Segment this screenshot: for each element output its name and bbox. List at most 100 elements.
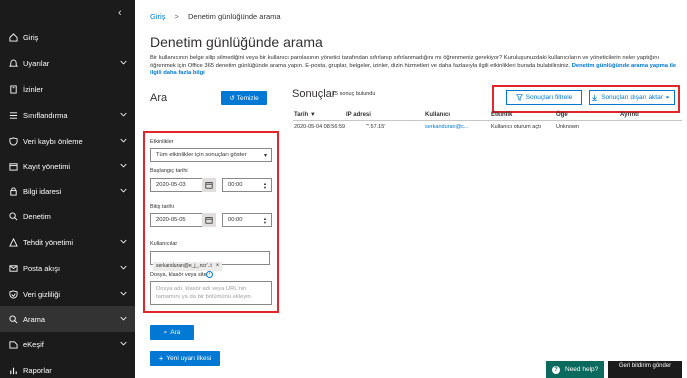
- records-icon: [8, 162, 18, 171]
- end-calendar-button[interactable]: [202, 213, 216, 227]
- sidebar-item-label: Giriş: [23, 32, 39, 42]
- remove-user-icon[interactable]: ×: [216, 263, 220, 269]
- activities-dropdown[interactable]: Tüm etkinlikler için sonuçları göster ▾: [150, 148, 272, 162]
- ediscovery-icon: [8, 340, 18, 349]
- sidebar-item[interactable]: İzinler: [0, 76, 135, 102]
- sidebar-item-label: Sınıflandırma: [23, 110, 68, 120]
- sidebar-item[interactable]: Bilgi idaresi: [0, 178, 135, 204]
- clear-icon: ↺: [229, 95, 235, 102]
- cell-ip: "'.57.15': [366, 124, 386, 130]
- column-ip[interactable]: IP adresi: [346, 112, 371, 118]
- need-help-label: Need help?: [565, 366, 599, 373]
- user-chip-label: serkanduran@e_j_.ncr'..t: [156, 263, 212, 269]
- users-label: Kullanıcılar: [150, 241, 178, 247]
- spin-icon: ▲ ▼: [263, 181, 267, 190]
- permissions-icon: [8, 84, 18, 94]
- sidebar: ‹ Giriş Uyarılar İzinler Sınıflandırma Veri …: [0, 0, 135, 378]
- sidebar-item[interactable]: Sınıflandırma: [0, 102, 135, 128]
- chevron-down-icon: [120, 265, 127, 270]
- sidebar-item[interactable]: Tehdit yönetimi: [0, 229, 135, 255]
- sidebar-item[interactable]: Veri kaybı önleme: [0, 128, 135, 154]
- user-chip: serkanduran@e_j_.ncr'..t ×: [153, 261, 223, 271]
- sidebar-item-label: eKeşif: [23, 339, 44, 349]
- table-header-divider: [293, 120, 682, 121]
- sidebar-item[interactable]: Uyarılar: [0, 50, 135, 76]
- chevron-down-icon: [120, 316, 127, 321]
- search-button[interactable]: ⌕ Ara: [150, 325, 194, 340]
- feedback-button[interactable]: Geri bildirim gönder: [608, 361, 682, 378]
- sidebar-item[interactable]: Giriş: [0, 24, 135, 50]
- clear-button-label: Temizle: [236, 94, 259, 102]
- sidebar-item[interactable]: Denetim: [0, 203, 135, 229]
- new-alert-policy-button[interactable]: + Yeni uyarı ilkesi: [150, 351, 220, 366]
- file-label: Dosya, klasör veya site: [150, 272, 207, 278]
- sidebar-item[interactable]: Kayıt yönetimi: [0, 153, 135, 179]
- search-icon: ⌕: [163, 328, 168, 336]
- results-title: Sonuçlar: [292, 88, 336, 100]
- cell-item: Unknown: [556, 124, 579, 130]
- clear-button[interactable]: ↺ Temizle: [221, 91, 267, 105]
- breadcrumb-home[interactable]: Giriş: [150, 12, 165, 21]
- sidebar-item-label: Bilgi idaresi: [23, 186, 62, 196]
- sidebar-item-label: Posta akışı: [23, 263, 61, 273]
- column-activity[interactable]: Etkinlik: [491, 112, 512, 118]
- column-date[interactable]: Tarih ▼: [294, 112, 316, 118]
- end-time-select[interactable]: 00:00 ▲ ▼: [222, 213, 272, 227]
- cell-user: serkanduran@c...: [425, 124, 469, 130]
- search-icon: [8, 314, 18, 324]
- sidebar-item[interactable]: Arama: [0, 306, 135, 332]
- column-detail[interactable]: Ayrıntı: [620, 112, 639, 118]
- plus-icon: +: [158, 354, 164, 363]
- mail-icon: [8, 264, 18, 273]
- sidebar-item-label: Kayıt yönetimi: [23, 161, 71, 171]
- chevron-down-icon: [120, 341, 127, 346]
- start-date-value: 2020-05-03: [156, 182, 186, 188]
- column-user[interactable]: Kullanıcı: [425, 112, 450, 118]
- chevron-down-icon: [120, 112, 127, 117]
- activities-label: Etkinlikler: [150, 139, 174, 145]
- chevron-down-icon: [120, 239, 127, 244]
- column-item[interactable]: Öğe: [556, 112, 568, 118]
- sidebar-item[interactable]: eKeşif: [0, 331, 135, 357]
- activities-value: Tüm etkinlikler için sonuçları göster: [156, 152, 247, 158]
- sidebar-item-label: İzinler: [23, 84, 44, 94]
- sidebar-item-label: Veri gizliliği: [23, 289, 61, 299]
- breadcrumb-separator: >: [174, 12, 179, 21]
- end-date-label: Bitiş tarihi: [150, 204, 174, 210]
- home-icon: [8, 32, 18, 42]
- calendar-icon: [205, 217, 213, 224]
- sidebar-item-label: Denetim: [23, 211, 51, 221]
- threat-icon: [8, 237, 18, 247]
- calendar-icon: [205, 182, 213, 189]
- export-results-label: Sonuçları dışarı aktar: [601, 94, 663, 101]
- sidebar-item[interactable]: Raporlar: [0, 357, 135, 378]
- filter-results-label: Sonuçları filtrele: [525, 94, 573, 101]
- page-description: Bir kullanıcının belge silip silmediğini…: [150, 55, 678, 78]
- search-button-label: Ara: [170, 329, 181, 336]
- download-icon: [591, 94, 598, 101]
- file-input[interactable]: Dosya adı, klasör adı veya URL'nin tamam…: [150, 281, 272, 305]
- users-picker[interactable]: serkanduran@e_j_.ncr'..t ×: [150, 251, 270, 271]
- start-calendar-button[interactable]: [202, 178, 216, 192]
- sidebar-item-label: Tehdit yönetimi: [23, 237, 74, 247]
- audit-icon: [8, 211, 18, 221]
- end-time-value: 00:00: [228, 217, 243, 223]
- filter-icon: [515, 94, 523, 101]
- info-icon[interactable]: i: [206, 271, 213, 278]
- need-help-button[interactable]: ? Need help?: [546, 361, 604, 378]
- cell-activity: Kullanıcı oturum açtı: [491, 124, 542, 130]
- chevron-down-icon: [120, 138, 127, 143]
- end-date-value: 2020-05-05: [156, 217, 186, 223]
- shield-icon: [8, 136, 18, 146]
- export-results-button[interactable]: Sonuçları dışarı aktar: [589, 90, 675, 105]
- collapse-icon[interactable]: ‹: [118, 7, 122, 19]
- filter-results-button[interactable]: Sonuçları filtrele: [506, 90, 582, 105]
- start-time-select[interactable]: 00:00 ▲ ▼: [222, 178, 272, 192]
- sidebar-item[interactable]: Veri gizliliği: [0, 281, 135, 307]
- chevron-down-icon: [120, 291, 127, 296]
- sidebar-item-label: Uyarılar: [23, 58, 50, 68]
- help-icon: ?: [552, 365, 560, 374]
- spin-icon: ▲ ▼: [263, 216, 267, 225]
- sidebar-item[interactable]: Posta akışı: [0, 255, 135, 281]
- results-count: 15 sonuç bulundu: [332, 91, 376, 97]
